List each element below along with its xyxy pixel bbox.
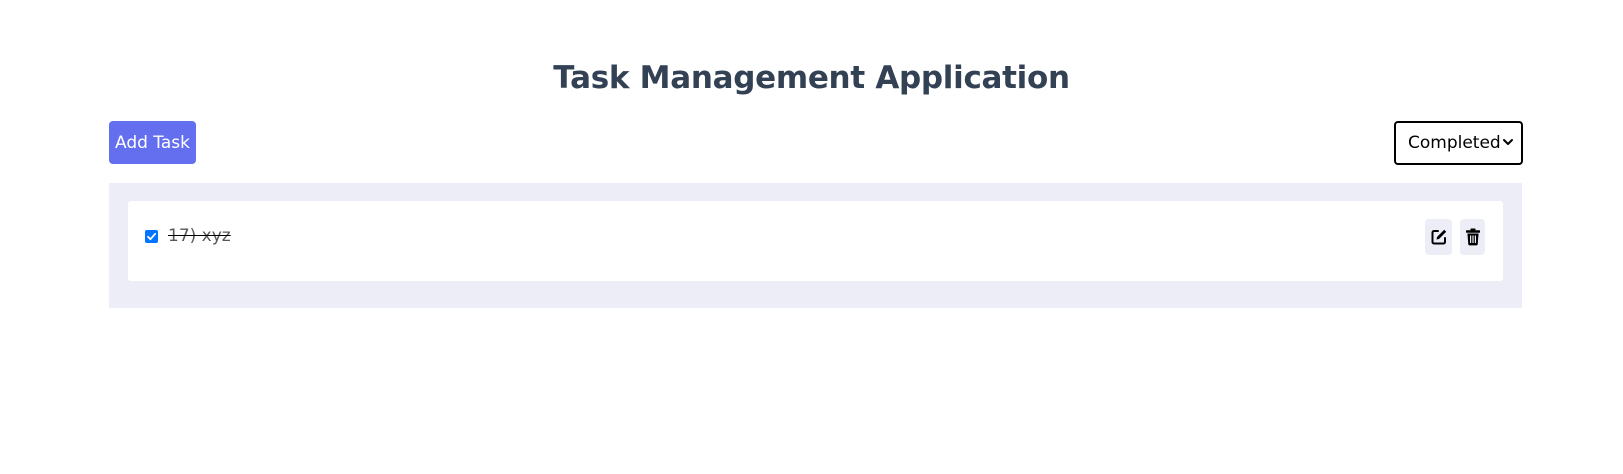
task-item: 17) xyz: [128, 201, 1503, 281]
delete-task-button[interactable]: [1460, 219, 1485, 255]
page-title: Task Management Application: [553, 60, 1070, 96]
status-filter-select[interactable]: Completed: [1394, 121, 1523, 165]
status-filter-selected-value: Completed: [1408, 133, 1501, 153]
add-task-button[interactable]: Add Task: [109, 121, 196, 164]
task-list-panel: 17) xyz: [109, 183, 1522, 308]
task-title: 17) xyz: [168, 226, 231, 246]
chevron-down-icon: [1503, 139, 1513, 145]
trash-icon: [1465, 228, 1480, 246]
checkmark-icon: [147, 232, 157, 241]
task-complete-checkbox[interactable]: [145, 230, 158, 243]
edit-task-button[interactable]: [1425, 219, 1452, 255]
edit-icon: [1431, 229, 1446, 245]
